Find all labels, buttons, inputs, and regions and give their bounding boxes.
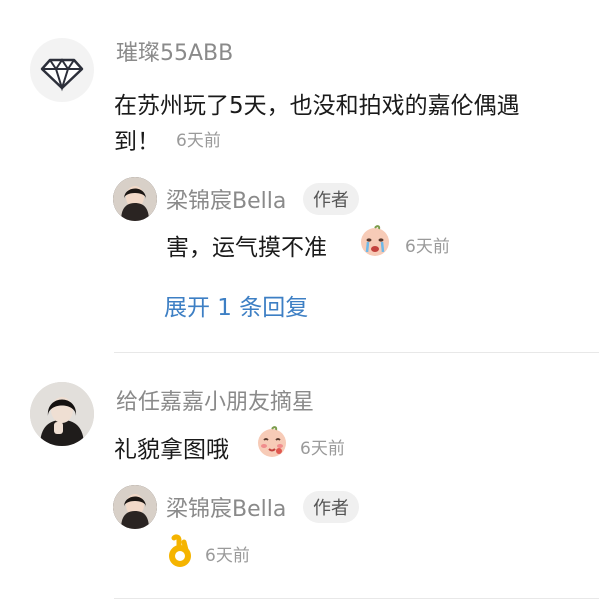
avatar[interactable]	[30, 382, 94, 446]
author-badge: 作者	[303, 491, 359, 523]
reply-time: 6天前	[205, 546, 250, 566]
comment-time: 6天前	[300, 439, 345, 459]
comment-username[interactable]: 璀璨55ABB	[116, 35, 233, 67]
comment-text: 礼貌拿图哦	[114, 437, 229, 463]
reply-time: 6天前	[405, 237, 450, 257]
person-icon	[113, 177, 157, 221]
comment-username[interactable]: 给任嘉嘉小朋友摘星	[116, 384, 314, 416]
avatar[interactable]	[30, 38, 94, 102]
divider	[114, 598, 599, 599]
comment-text-line2: 到！	[114, 129, 160, 155]
ok-hand-emoji	[166, 534, 196, 568]
reply-text: 害，运气摸不准	[166, 235, 327, 261]
person-icon	[113, 485, 157, 529]
person-icon	[30, 382, 94, 446]
blushing-face-emoji	[255, 425, 289, 459]
diamond-icon	[40, 58, 84, 92]
author-badge: 作者	[303, 183, 359, 215]
reply-avatar[interactable]	[113, 485, 157, 529]
comment-text: 在苏州玩了5天，也没和拍戏的嘉伦偶遇	[114, 93, 520, 119]
expand-replies-link[interactable]: 展开 1 条回复	[164, 288, 308, 322]
crying-face-emoji	[358, 224, 392, 258]
divider	[114, 352, 599, 353]
comment-time: 6天前	[176, 131, 221, 151]
reply-avatar[interactable]	[113, 177, 157, 221]
reply-username[interactable]: 梁锦宸Bella	[166, 491, 286, 523]
reply-username[interactable]: 梁锦宸Bella	[166, 183, 286, 215]
